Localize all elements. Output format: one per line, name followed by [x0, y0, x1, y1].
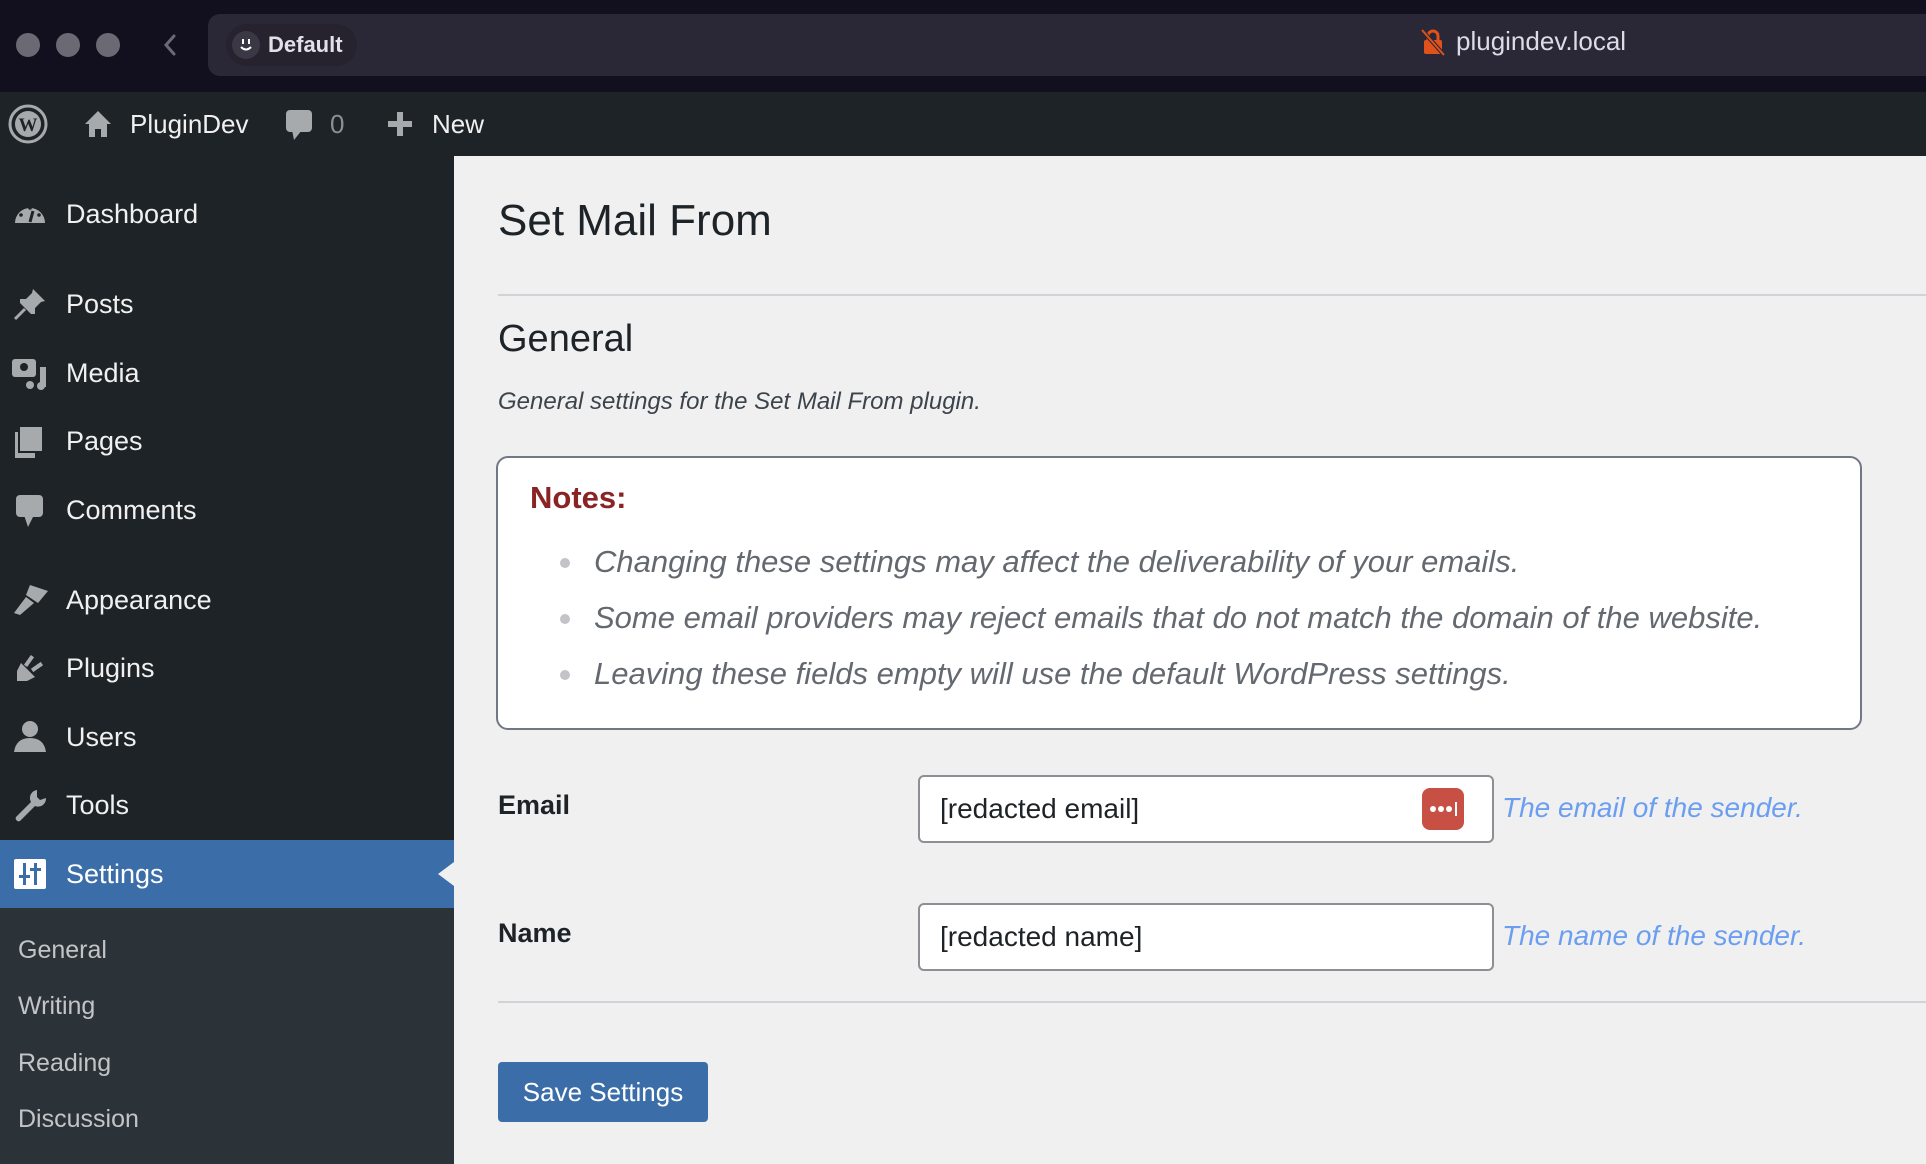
sidebar-item-label: Pages	[66, 425, 143, 456]
home-icon	[85, 111, 111, 137]
comment-icon	[286, 110, 312, 140]
sidebar-item-label: Users	[66, 721, 137, 752]
back-button[interactable]	[160, 28, 180, 62]
sidebar-item-label: Appearance	[66, 584, 212, 615]
user-icon	[12, 719, 48, 755]
wordpress-logo-icon: W	[8, 104, 48, 144]
sidebar-item-settings[interactable]: Settings	[0, 840, 454, 908]
dashboard-icon	[12, 196, 48, 232]
new-content-link[interactable]: New	[386, 92, 484, 156]
site-name: PluginDev	[130, 108, 249, 139]
comments-count: 0	[330, 108, 345, 139]
sidebar-item-media[interactable]: Media	[0, 339, 454, 407]
window-minimize-button[interactable]	[56, 33, 80, 57]
notes-list: Changing these settings may affect the d…	[560, 534, 1762, 702]
email-help-text: The email of the sender.	[1502, 792, 1803, 823]
sidebar-item-label: Tools	[66, 789, 130, 820]
email-label: Email	[498, 790, 571, 820]
comment-icon	[12, 492, 48, 528]
save-settings-button[interactable]: Save Settings	[498, 1062, 708, 1122]
pushpin-icon	[12, 286, 48, 322]
active-indicator-arrow	[438, 862, 454, 886]
comments-link[interactable]: 0	[286, 92, 344, 156]
main-content: Set Mail From General General settings f…	[454, 156, 1926, 1164]
name-label: Name	[498, 918, 572, 948]
notes-item: Some email providers may reject emails t…	[560, 590, 1762, 646]
admin-sidebar: Dashboard Posts Media Pages Comments App…	[0, 156, 454, 1164]
wp-admin-bar: W PluginDev 0 New	[0, 92, 1926, 156]
url-display[interactable]: plugindev.local	[1420, 26, 1626, 57]
notes-title: Notes:	[530, 480, 627, 515]
sidebar-item-label: Media	[66, 357, 140, 388]
media-icon	[12, 355, 48, 391]
notes-item: Leaving these fields empty will use the …	[560, 646, 1762, 702]
chevron-left-icon	[163, 34, 176, 56]
sidebar-item-users[interactable]: Users	[0, 703, 454, 771]
sidebar-item-comments[interactable]: Comments	[0, 476, 454, 544]
window-zoom-button[interactable]	[96, 33, 120, 57]
profile-label: Default	[268, 32, 343, 57]
submenu-item-writing[interactable]: Writing	[18, 992, 95, 1021]
sidebar-item-pages[interactable]: Pages	[0, 407, 454, 475]
section-description: General settings for the Set Mail From p…	[498, 388, 981, 415]
form-divider	[498, 1001, 1926, 1003]
url-text: plugindev.local	[1456, 26, 1627, 56]
sidebar-item-posts[interactable]: Posts	[0, 270, 454, 338]
svg-text:W: W	[19, 115, 38, 136]
window-close-button[interactable]	[16, 33, 40, 57]
name-field[interactable]	[918, 903, 1494, 971]
plugin-icon	[12, 650, 48, 686]
email-field[interactable]	[918, 775, 1494, 843]
sidebar-item-label: Plugins	[66, 652, 155, 683]
page-title: Set Mail From	[498, 196, 772, 245]
profile-button[interactable]: Default	[226, 24, 357, 66]
sidebar-item-label: Dashboard	[66, 198, 199, 229]
site-name-link[interactable]: PluginDev	[82, 92, 249, 156]
submenu-item-discussion[interactable]: Discussion	[18, 1105, 139, 1134]
paintbrush-icon	[12, 582, 48, 618]
pages-icon	[12, 423, 48, 459]
name-help-text: The name of the sender.	[1502, 920, 1807, 951]
password-manager-icon[interactable]	[1422, 788, 1464, 830]
submenu-item-reading[interactable]: Reading	[18, 1049, 111, 1078]
sidebar-item-tools[interactable]: Tools	[0, 771, 454, 839]
address-bar[interactable]	[208, 14, 1926, 76]
insecure-lock-icon	[1420, 28, 1446, 56]
title-divider	[498, 294, 1926, 296]
wrench-icon	[12, 787, 48, 823]
smiley-icon	[232, 31, 260, 59]
browser-chrome: Default plugindev.local	[0, 0, 1926, 92]
sidebar-item-dashboard[interactable]: Dashboard	[0, 180, 454, 248]
sidebar-item-plugins[interactable]: Plugins	[0, 634, 454, 702]
new-label: New	[432, 108, 485, 139]
notes-box: Notes: Changing these settings may affec…	[496, 456, 1862, 730]
sidebar-item-appearance[interactable]: Appearance	[0, 566, 454, 634]
sidebar-item-label: Comments	[66, 494, 197, 525]
section-title: General	[498, 318, 634, 360]
sidebar-item-label: Settings	[66, 858, 164, 889]
plus-icon	[388, 112, 412, 136]
settings-sliders-icon	[12, 856, 48, 892]
notes-item: Changing these settings may affect the d…	[560, 534, 1762, 590]
submenu-item-general[interactable]: General	[18, 936, 107, 965]
settings-submenu: General Writing Reading Discussion	[0, 908, 454, 1164]
wp-logo-menu[interactable]: W	[8, 92, 48, 156]
sidebar-item-label: Posts	[66, 288, 134, 319]
